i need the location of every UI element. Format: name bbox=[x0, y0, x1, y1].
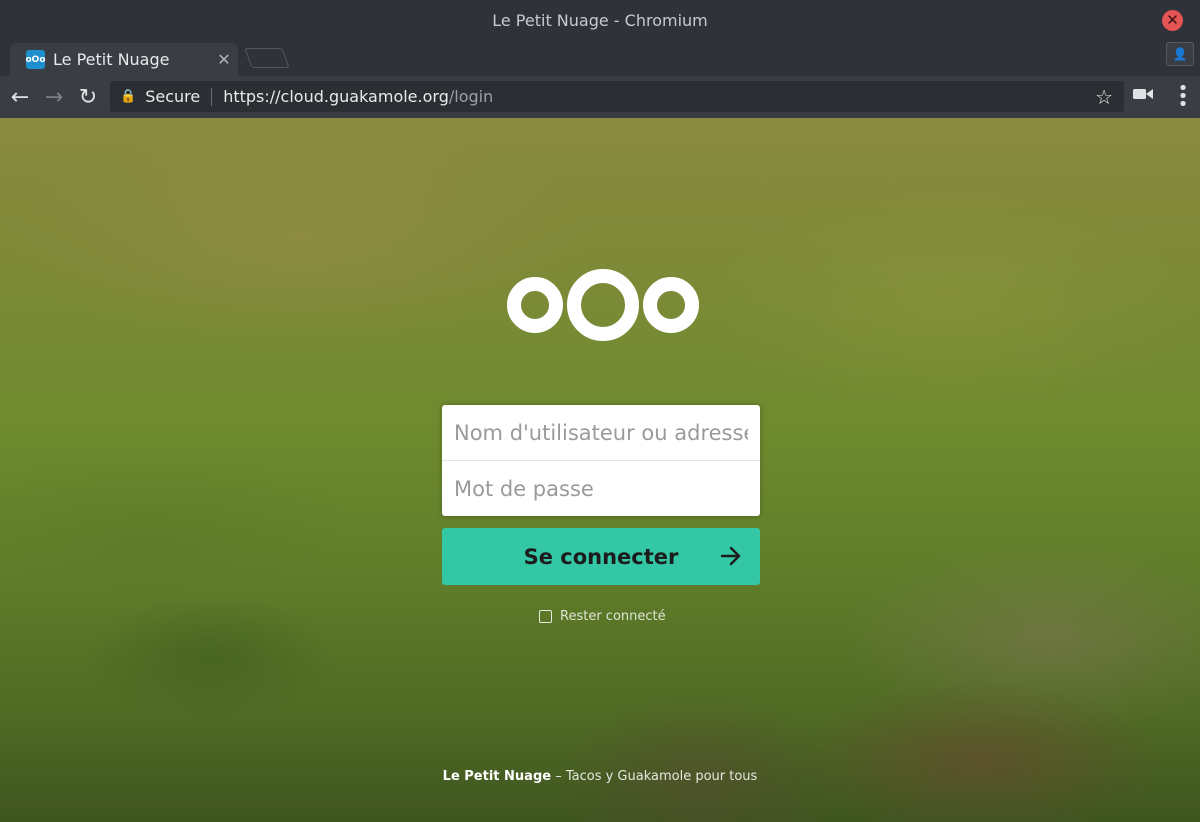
lock-icon: 🔒 bbox=[120, 89, 137, 104]
forward-arrow-icon[interactable]: → bbox=[37, 85, 71, 110]
url-path: /login bbox=[448, 87, 494, 106]
remember-me[interactable]: Rester connecté bbox=[539, 609, 666, 624]
new-tab-button[interactable] bbox=[244, 48, 290, 68]
profile-button[interactable]: 👤 bbox=[1166, 42, 1194, 66]
remember-label: Rester connecté bbox=[560, 609, 666, 624]
window-close-button[interactable]: ✕ bbox=[1162, 10, 1183, 31]
footer-tagline: Tacos y Guakamole pour tous bbox=[565, 769, 758, 784]
menu-icon[interactable]: • • • bbox=[1176, 80, 1190, 114]
remember-checkbox[interactable] bbox=[539, 610, 552, 623]
nextcloud-favicon-icon: oOo bbox=[25, 50, 46, 69]
omnibox-separator bbox=[211, 87, 213, 106]
login-form bbox=[442, 405, 760, 516]
address-bar[interactable]: 🔒 Secure https://cloud.guakamole.org/log… bbox=[110, 81, 1124, 112]
cast-icon[interactable] bbox=[1133, 88, 1153, 100]
username-field[interactable] bbox=[442, 405, 760, 460]
tab-title: Le Petit Nuage bbox=[53, 50, 170, 69]
submit-label: Se connecter bbox=[523, 544, 679, 569]
reload-icon[interactable]: ↻ bbox=[71, 85, 105, 110]
footer-separator: – bbox=[551, 769, 566, 784]
window-title: Le Petit Nuage - Chromium bbox=[492, 10, 708, 30]
footer: Le Petit Nuage – Tacos y Guakamole pour … bbox=[0, 769, 1200, 784]
password-field[interactable] bbox=[442, 460, 760, 516]
star-icon[interactable]: ☆ bbox=[1095, 85, 1113, 109]
url-host: https://cloud.guakamole.org bbox=[223, 87, 449, 106]
footer-brand[interactable]: Le Petit Nuage bbox=[443, 769, 551, 784]
window-titlebar: Le Petit Nuage - Chromium ✕ bbox=[0, 0, 1200, 40]
browser-toolbar: ← → ↻ 🔒 Secure https://cloud.guakamole.o… bbox=[0, 76, 1200, 118]
arrow-right-icon bbox=[720, 546, 741, 566]
login-submit-button[interactable]: Se connecter bbox=[442, 528, 760, 585]
nextcloud-logo-icon bbox=[507, 269, 699, 341]
close-icon: ✕ bbox=[1166, 11, 1179, 29]
tab-close-icon[interactable]: ✕ bbox=[210, 50, 238, 69]
login-page-background: Se connecter Rester connecté Le Petit Nu… bbox=[0, 118, 1200, 822]
back-arrow-icon[interactable]: ← bbox=[3, 85, 37, 110]
tab-strip: oOo Le Petit Nuage ✕ 👤 bbox=[0, 40, 1200, 76]
profile-icon: 👤 bbox=[1172, 47, 1188, 61]
browser-tab[interactable]: oOo Le Petit Nuage ✕ bbox=[10, 43, 238, 76]
secure-label: Secure bbox=[145, 87, 201, 106]
